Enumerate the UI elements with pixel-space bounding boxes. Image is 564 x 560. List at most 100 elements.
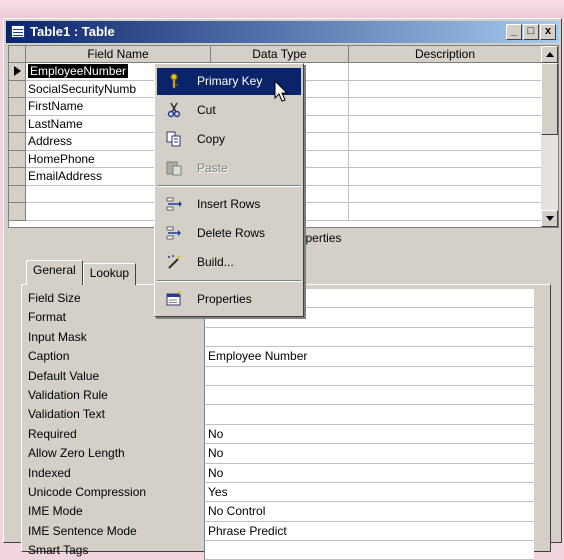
property-tabs: General Lookup	[26, 260, 137, 285]
scroll-down-button[interactable]	[541, 210, 558, 227]
description-cell[interactable]	[349, 168, 542, 186]
row-selector[interactable]	[9, 63, 26, 81]
mouse-pointer-icon	[274, 80, 289, 102]
property-label: Default Value	[28, 368, 100, 383]
header-selector	[9, 46, 26, 63]
property-value[interactable]	[204, 405, 534, 425]
property-row[interactable]: Input Mask	[26, 327, 548, 348]
title-bar[interactable]: Table1 : Table _ □ x	[6, 21, 559, 43]
property-row[interactable]: Allow Zero Length No	[26, 444, 548, 464]
close-button[interactable]: x	[540, 24, 556, 40]
property-row[interactable]: IME Sentence Mode Phrase Predict	[26, 521, 548, 542]
description-cell[interactable]	[349, 150, 542, 168]
property-row[interactable]: IME Mode No Control	[26, 502, 548, 522]
description-cell[interactable]	[349, 98, 542, 116]
property-value[interactable]: Yes	[204, 482, 534, 503]
property-row[interactable]: Unicode Compression Yes	[26, 482, 548, 503]
arrow-up-icon	[546, 52, 554, 57]
property-value[interactable]: No	[204, 444, 534, 464]
menu-item-label: Copy	[197, 132, 226, 146]
property-label: Caption	[28, 349, 70, 364]
property-label: Validation Rule	[28, 387, 108, 402]
description-cell[interactable]	[349, 63, 542, 81]
scroll-thumb[interactable]	[541, 63, 558, 135]
header-field-name[interactable]: Field Name	[26, 46, 211, 63]
property-row[interactable]: Required No	[26, 424, 548, 445]
menu-item-label: Cut	[197, 103, 216, 117]
property-value[interactable]: No	[204, 424, 534, 445]
description-cell[interactable]	[349, 185, 542, 203]
window-title: Table1 : Table	[30, 24, 115, 39]
menu-item-label: Primary Key	[197, 74, 263, 88]
row-selector[interactable]	[9, 185, 26, 203]
scissors-icon	[167, 102, 181, 118]
key-icon	[170, 73, 178, 89]
property-value[interactable]: Employee Number	[204, 347, 534, 367]
current-row-arrow-icon	[14, 66, 21, 76]
menu-item-label: Properties	[197, 292, 252, 306]
maximize-button[interactable]: □	[523, 24, 539, 40]
menu-item-build[interactable]: Build...	[157, 249, 301, 276]
tab-general[interactable]: General	[26, 260, 83, 285]
menu-item-label: Delete Rows	[197, 226, 266, 240]
header-description[interactable]: Description	[349, 46, 542, 63]
properties-icon	[166, 291, 181, 306]
grid-scrollbar[interactable]	[541, 46, 558, 227]
field-properties-panel: Field Size Format Input Mask Caption Empl…	[21, 284, 551, 560]
property-label: Smart Tags	[28, 543, 89, 558]
property-label: IME Sentence Mode	[28, 523, 137, 538]
property-label: IME Mode	[28, 504, 83, 519]
row-selector[interactable]	[9, 150, 26, 168]
row-selector[interactable]	[9, 168, 26, 186]
menu-separator	[157, 185, 301, 187]
menu-item-insert-rows[interactable]: Insert Rows	[157, 191, 301, 218]
property-value[interactable]: No	[204, 463, 534, 483]
row-selector[interactable]	[9, 80, 26, 98]
header-data-type[interactable]: Data Type	[211, 46, 349, 63]
copy-icon	[166, 131, 181, 147]
property-value[interactable]: Phrase Predict	[204, 521, 534, 542]
menu-item-copy[interactable]: Copy	[157, 126, 301, 153]
property-row[interactable]: Smart Tags	[26, 541, 548, 560]
property-label: Allow Zero Length	[28, 446, 125, 461]
property-label: Validation Text	[28, 407, 105, 422]
description-cell[interactable]	[349, 115, 542, 133]
menu-item-delete-rows[interactable]: Delete Rows	[157, 220, 301, 247]
property-value[interactable]: No Control	[204, 502, 534, 522]
property-value[interactable]	[204, 366, 534, 386]
scroll-up-button[interactable]	[541, 46, 558, 63]
table-icon	[11, 25, 25, 38]
delete-rows-icon	[166, 226, 181, 240]
description-cell[interactable]	[349, 133, 542, 151]
property-row[interactable]: Caption Employee Number	[26, 347, 548, 367]
property-row[interactable]: Validation Rule	[26, 385, 548, 406]
menu-item-properties[interactable]: Properties	[157, 286, 301, 313]
tab-lookup[interactable]: Lookup	[82, 263, 137, 285]
properties-list: Field Size Format Input Mask Caption Empl…	[26, 289, 548, 560]
property-value[interactable]	[204, 327, 534, 348]
property-label: Indexed	[28, 465, 71, 480]
paste-icon	[166, 161, 182, 176]
property-row[interactable]: Indexed No	[26, 463, 548, 483]
row-selector[interactable]	[9, 203, 26, 221]
description-cell[interactable]	[349, 80, 542, 98]
property-row[interactable]: Validation Text	[26, 405, 548, 425]
menu-separator	[157, 280, 301, 282]
menu-item-label: Insert Rows	[197, 197, 261, 211]
menu-item-label: Build...	[197, 255, 234, 269]
property-label: Input Mask	[28, 329, 87, 344]
row-selector[interactable]	[9, 98, 26, 116]
background-banner	[0, 0, 564, 18]
arrow-down-icon	[546, 216, 554, 221]
grid-header: Field Name Data Type Description	[9, 46, 542, 63]
insert-rows-icon	[166, 197, 182, 211]
minimize-button[interactable]: _	[506, 24, 522, 40]
menu-item-paste[interactable]: Paste	[157, 155, 301, 182]
property-row[interactable]: Default Value	[26, 366, 548, 386]
property-label: Unicode Compression	[28, 484, 147, 499]
row-selector[interactable]	[9, 133, 26, 151]
row-selector[interactable]	[9, 115, 26, 133]
property-value[interactable]	[204, 541, 534, 560]
description-cell[interactable]	[349, 203, 542, 221]
property-value[interactable]	[204, 385, 534, 406]
